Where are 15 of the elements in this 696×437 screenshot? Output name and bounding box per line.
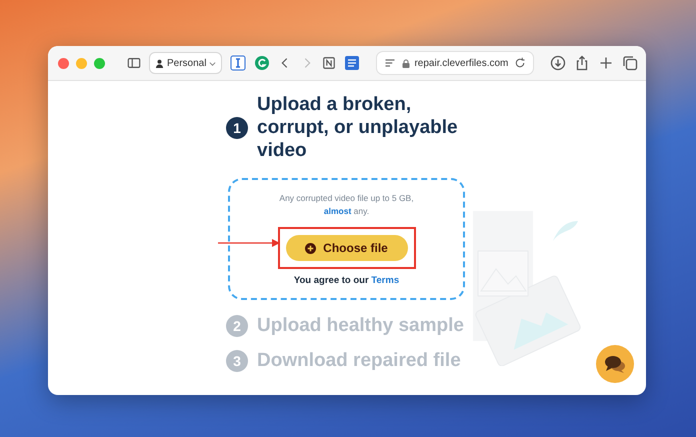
almost-link[interactable]: almost	[324, 206, 352, 216]
url-text: repair.cleverfiles.com	[402, 58, 508, 68]
terms-link[interactable]: Terms	[371, 275, 400, 286]
step-number: 1	[226, 116, 248, 138]
step-number: 2	[226, 314, 248, 336]
address-bar[interactable]: repair.cleverfiles.com	[376, 51, 534, 75]
upload-dropzone[interactable]: Any corrupted video file up to 5 GB, almost any. Choose file You agree to our Terms	[228, 178, 465, 300]
step-title: Upload a broken, corrupt, or unplayable video	[257, 93, 459, 162]
step-title: Upload healthy sample	[257, 314, 464, 337]
step-title: Download repaired file	[257, 349, 461, 372]
choose-file-button[interactable]: Choose file	[286, 235, 408, 261]
terms-text: You agree to our Terms	[294, 275, 400, 286]
upload-note: Any corrupted video file up to 5 GB, almost any.	[279, 192, 414, 218]
step-number: 3	[226, 350, 248, 372]
profile-button[interactable]: Personal	[149, 52, 222, 74]
